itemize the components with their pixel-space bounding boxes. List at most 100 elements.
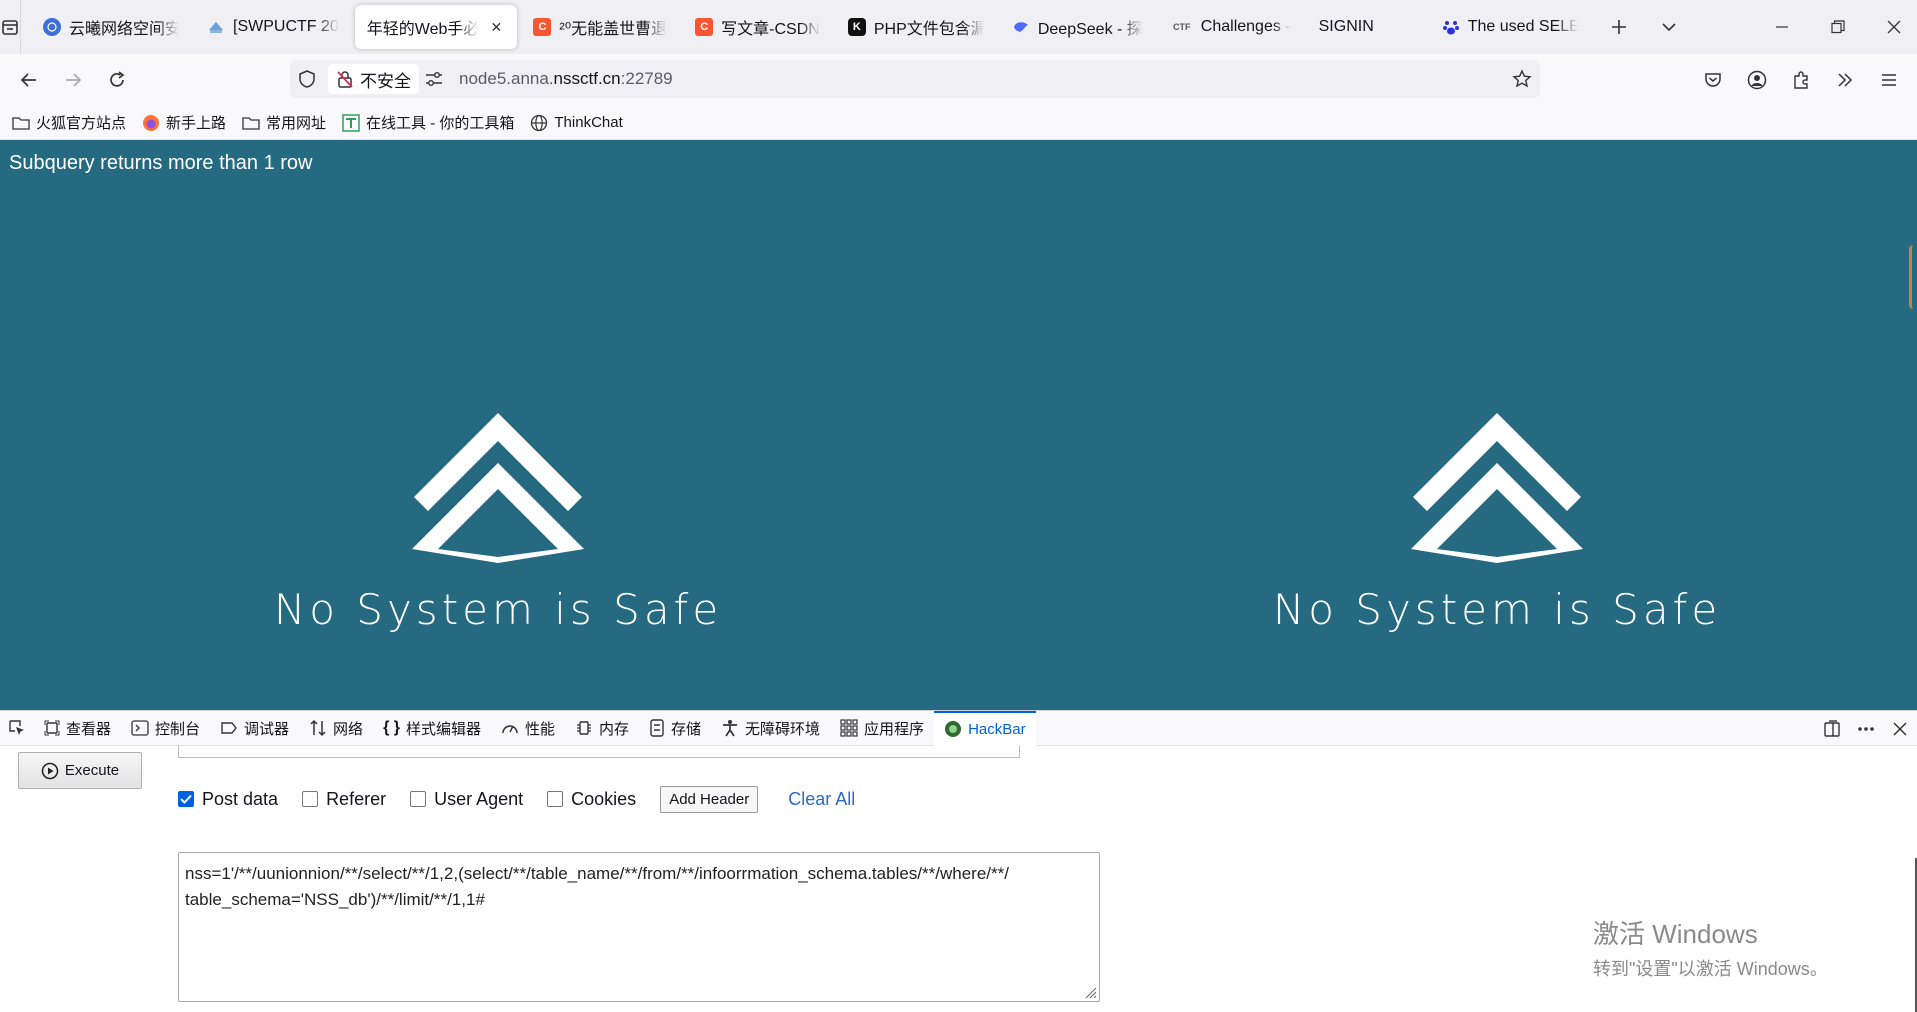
reload-icon bbox=[110, 71, 125, 87]
devtools-more-button[interactable] bbox=[1849, 707, 1883, 751]
post-data-checkbox[interactable] bbox=[178, 791, 194, 807]
tab-label: DeepSeek - 探 bbox=[1037, 21, 1143, 38]
tab-active-web[interactable]: 年轻的Web手必 ✕ bbox=[354, 5, 518, 49]
watermark-title: 激活 Windows bbox=[1593, 919, 1758, 949]
url-domain: nssctf.cn bbox=[553, 69, 621, 88]
devtools-tab-debugger[interactable]: 调试器 bbox=[210, 711, 299, 746]
list-tabs-button[interactable] bbox=[1644, 0, 1694, 54]
site-security-button[interactable]: 不安全 bbox=[328, 64, 419, 94]
accessibility-icon bbox=[723, 720, 738, 737]
logo-left: No System is Safe bbox=[274, 405, 718, 634]
tracking-protection-button[interactable] bbox=[290, 69, 324, 89]
back-button[interactable] bbox=[7, 58, 51, 102]
devtools-tab-hackbar[interactable]: HackBar bbox=[934, 710, 1036, 746]
tab-label: ²⁰无能盖世曹退 bbox=[559, 21, 668, 38]
chevron-up-logo-icon bbox=[1411, 413, 1583, 563]
devtools-tab-inspector[interactable]: 查看器 bbox=[34, 711, 121, 746]
arrow-left-icon bbox=[20, 73, 36, 87]
app-menu-button[interactable] bbox=[1867, 58, 1911, 102]
url-textarea-bottom[interactable] bbox=[178, 746, 1020, 758]
inspector-icon bbox=[44, 720, 60, 736]
tab-deepseek[interactable]: DeepSeek - 探 bbox=[1000, 5, 1155, 49]
devtools-tab-label: 性能 bbox=[524, 720, 555, 738]
devtools-tab-network[interactable]: 网络 bbox=[299, 711, 373, 746]
extensions-button[interactable] bbox=[1779, 58, 1823, 102]
tab-php[interactable]: K PHP文件包含漏 bbox=[836, 5, 996, 49]
tab-csdn-1[interactable]: C ²⁰无能盖世曹退 bbox=[521, 5, 679, 49]
new-tab-button[interactable] bbox=[1594, 0, 1644, 54]
element-picker-button[interactable] bbox=[0, 711, 34, 746]
firefox-view-button[interactable] bbox=[0, 0, 21, 54]
dock-toggle-button[interactable] bbox=[1815, 707, 1849, 751]
tab-label: PHP文件包含漏 bbox=[873, 21, 984, 38]
bookmark-star-button[interactable] bbox=[1512, 69, 1532, 89]
permissions-icon bbox=[426, 72, 442, 86]
clear-all-link[interactable]: Clear All bbox=[788, 789, 855, 810]
forward-button[interactable] bbox=[51, 58, 95, 102]
bookmark-getting-started[interactable]: 新手上路 bbox=[142, 112, 226, 133]
tab-yunxi[interactable]: 云曦网络空间安 bbox=[31, 5, 191, 49]
pocket-button[interactable] bbox=[1691, 58, 1735, 102]
minimize-icon bbox=[1775, 26, 1788, 28]
devtools-tab-style-editor[interactable]: { } 样式编辑器 bbox=[373, 711, 491, 746]
user-agent-checkbox[interactable] bbox=[410, 791, 427, 807]
tab-label: 云曦网络空间安 bbox=[69, 21, 179, 38]
tab-strip: 云曦网络空间安 [SWPUCTF 20 年轻的Web手必 ✕ C ²⁰无能盖世曹… bbox=[0, 0, 1917, 54]
devtools-tab-performance[interactable]: 性能 bbox=[491, 711, 565, 746]
devtools-tab-memory[interactable]: 内存 bbox=[565, 711, 639, 746]
cookies-checkbox[interactable] bbox=[547, 791, 564, 807]
network-icon bbox=[310, 719, 326, 737]
globe-icon bbox=[531, 114, 548, 131]
page-scrollbar[interactable] bbox=[1909, 245, 1917, 309]
devtools-tab-label: HackBar bbox=[968, 720, 1026, 738]
url-bar[interactable]: 不安全 node5.anna.nssctf.cn:22789 bbox=[290, 60, 1540, 98]
tab-label: [SWPUCTF 20 bbox=[233, 18, 339, 35]
bookmark-folder-firefox[interactable]: 火狐官方站点 bbox=[12, 112, 126, 133]
sql-error-message: Subquery returns more than 1 row bbox=[9, 152, 313, 174]
url-suffix: :22789 bbox=[620, 69, 673, 88]
url-text[interactable]: node5.anna.nssctf.cn:22789 bbox=[459, 69, 673, 89]
referer-checkbox[interactable] bbox=[302, 791, 319, 807]
braces-icon: { } bbox=[383, 719, 400, 736]
devtools-tab-label: 无障碍环境 bbox=[745, 720, 821, 738]
close-window-button[interactable] bbox=[1866, 0, 1917, 54]
slogan-text: No System is Safe bbox=[1272, 585, 1722, 634]
devtools-close-button[interactable] bbox=[1883, 707, 1917, 751]
restore-button[interactable] bbox=[1810, 0, 1866, 54]
bookmark-online-tools[interactable]: 在线工具 - 你的工具箱 bbox=[342, 112, 514, 133]
devtools-tab-accessibility[interactable]: 无障碍环境 bbox=[711, 711, 830, 746]
more-dots-icon bbox=[1858, 726, 1874, 731]
tab-swpuctf[interactable]: [SWPUCTF 20 bbox=[195, 5, 351, 49]
option-cookies[interactable]: Cookies bbox=[547, 789, 636, 810]
account-icon bbox=[1747, 70, 1767, 90]
tab-challenges[interactable]: CTF Challenges - bbox=[1159, 5, 1303, 49]
devtools-tab-application[interactable]: 应用程序 bbox=[830, 711, 934, 746]
bookmark-thinkchat[interactable]: ThinkChat bbox=[530, 114, 623, 132]
option-user-agent[interactable]: User Agent bbox=[410, 789, 523, 810]
folder-icon bbox=[242, 116, 260, 130]
close-icon[interactable]: ✕ bbox=[487, 18, 505, 36]
bookmark-folder-common[interactable]: 常用网址 bbox=[242, 112, 326, 133]
tab-csdn-2[interactable]: C 写文章-CSDN bbox=[683, 5, 832, 49]
account-button[interactable] bbox=[1735, 58, 1779, 102]
option-referer[interactable]: Referer bbox=[302, 789, 386, 810]
add-header-button[interactable]: Add Header bbox=[660, 785, 759, 813]
globe-icon bbox=[43, 18, 61, 36]
pocket-icon bbox=[1705, 73, 1721, 87]
tab-label: The used SELE bbox=[1467, 18, 1578, 35]
play-icon bbox=[41, 762, 59, 779]
reload-button[interactable] bbox=[95, 58, 139, 102]
post-data-textarea[interactable]: nss=1'/**/uunionnion/**/select/**/1,2,(s… bbox=[178, 852, 1100, 1002]
minimize-button[interactable] bbox=[1754, 0, 1810, 54]
option-post-data[interactable]: Post data bbox=[178, 789, 278, 810]
permissions-button[interactable] bbox=[419, 71, 449, 87]
tab-used-select[interactable]: The used SELE bbox=[1430, 5, 1590, 49]
overflow-menu-button[interactable] bbox=[1823, 58, 1867, 102]
tabbar-controls bbox=[1594, 0, 1917, 54]
devtools-tab-storage[interactable]: 存储 bbox=[639, 711, 711, 746]
tab-signin[interactable]: SIGNIN bbox=[1307, 5, 1386, 49]
execute-button[interactable]: Execute bbox=[18, 752, 142, 789]
devtools-tab-console[interactable]: 控制台 bbox=[121, 711, 210, 746]
bookmark-label: 在线工具 - 你的工具箱 bbox=[366, 115, 515, 132]
option-label: Post data bbox=[202, 788, 279, 809]
